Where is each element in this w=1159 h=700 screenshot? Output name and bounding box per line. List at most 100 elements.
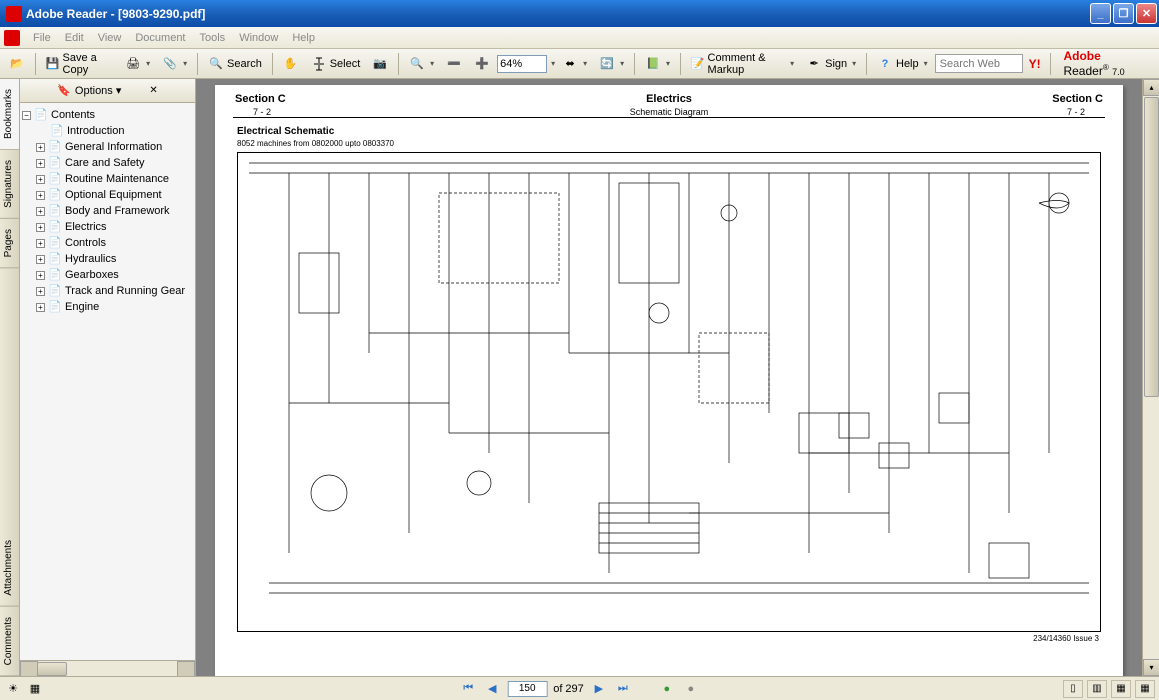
expand-icon[interactable]: + (36, 271, 45, 280)
minimize-button[interactable]: _ (1090, 3, 1111, 24)
print-button[interactable]: 🖨▾ (120, 52, 155, 76)
expand-icon[interactable]: + (36, 143, 45, 152)
sidetab-pages[interactable]: Pages (0, 219, 19, 268)
vertical-scrollbar[interactable]: ▴ ▾ (1142, 79, 1159, 676)
bookmarks-tree: − 📄 Contents 📄Introduction+📄General Info… (20, 103, 195, 660)
search-button[interactable]: 🔍Search (203, 52, 267, 76)
facing-button[interactable]: ▦ (1111, 680, 1131, 698)
printer-icon: 🖨 (125, 56, 141, 72)
open-button[interactable]: 📂 (4, 52, 30, 76)
expand-icon[interactable]: + (36, 255, 45, 264)
collapse-icon[interactable]: − (22, 111, 31, 120)
pdf-page: Section C Section C Electrics 7 - 2 Sche… (215, 85, 1123, 676)
continuous-button[interactable]: ▥ (1087, 680, 1107, 698)
rotate-button[interactable]: 🔄▾ (594, 52, 629, 76)
back-view-button[interactable]: ● (658, 680, 676, 698)
single-page-button[interactable]: ▯ (1063, 680, 1083, 698)
expand-icon[interactable]: + (36, 159, 45, 168)
expand-icon[interactable]: + (36, 175, 45, 184)
expand-icon[interactable]: + (36, 239, 45, 248)
menu-help[interactable]: Help (285, 30, 322, 46)
zoom-value-input[interactable] (497, 55, 547, 73)
bookmark-label: Contents (51, 109, 95, 121)
pdf-page-icon: 📄 (48, 284, 62, 298)
scroll-down-button[interactable]: ▾ (1143, 659, 1159, 676)
zoom-in-button[interactable]: 🔍▾ (404, 52, 439, 76)
folder-open-icon: 📂 (9, 56, 25, 72)
pdf-page-icon: 📄 (48, 172, 62, 186)
scroll-up-button[interactable]: ▴ (1143, 79, 1159, 96)
bookmark-item[interactable]: +📄Track and Running Gear (36, 283, 193, 299)
bookmark-item[interactable]: +📄Care and Safety (36, 155, 193, 171)
comment-markup-button[interactable]: 📝Comment & Markup▾ (686, 52, 799, 76)
continuous-facing-button[interactable]: ▦ (1135, 680, 1155, 698)
bookmarks-hscrollbar[interactable] (20, 660, 195, 676)
bookmark-item[interactable]: +📄Electrics (36, 219, 193, 235)
sign-button[interactable]: ✒Sign▾ (801, 52, 861, 76)
prev-page-button[interactable]: ◀ (483, 680, 501, 698)
bookmark-item[interactable]: +📄Controls (36, 235, 193, 251)
help-button[interactable]: ?Help▾ (872, 52, 933, 76)
current-page-input[interactable] (507, 681, 547, 697)
yahoo-icon[interactable]: Y! (1029, 57, 1041, 71)
bookmark-root[interactable]: − 📄 Contents (22, 107, 193, 123)
bookmark-item[interactable]: +📄Optional Equipment (36, 187, 193, 203)
menubar: File Edit View Document Tools Window Hel… (0, 27, 1159, 49)
sidetab-attachments[interactable]: Attachments (0, 530, 19, 607)
menu-edit[interactable]: Edit (58, 30, 91, 46)
expand-icon[interactable]: + (36, 191, 45, 200)
sidetab-signatures[interactable]: Signatures (0, 150, 19, 219)
options-button[interactable]: Options ▾ (75, 84, 122, 97)
page-footer: 234/14360 Issue 3 (215, 632, 1123, 645)
first-page-button[interactable]: ⏮ (459, 680, 477, 698)
sidetab-comments[interactable]: Comments (0, 607, 19, 676)
maximize-button[interactable]: ❐ (1113, 3, 1134, 24)
bookmark-label: Hydraulics (65, 253, 116, 265)
zoom-plus-button[interactable]: ➕ (469, 52, 495, 76)
bookmark-item[interactable]: +📄General Information (36, 139, 193, 155)
bookmark-item[interactable]: +📄Body and Framework (36, 203, 193, 219)
close-button[interactable]: ✕ (1136, 3, 1157, 24)
sun-icon[interactable]: ☀ (4, 680, 22, 698)
document-viewport[interactable]: Section C Section C Electrics 7 - 2 Sche… (196, 79, 1142, 676)
ebook-button[interactable]: 📗▾ (640, 52, 675, 76)
help-icon: ? (877, 56, 893, 72)
note-icon: 📝 (691, 56, 705, 72)
menu-tools[interactable]: Tools (193, 30, 233, 46)
close-panel-button[interactable]: ✕ (149, 85, 157, 96)
fit-width-button[interactable]: ⬌▾ (557, 52, 592, 76)
snapshot-button[interactable]: 📷 (367, 52, 393, 76)
comment-markup-label: Comment & Markup (708, 52, 786, 76)
scroll-thumb[interactable] (1144, 97, 1159, 397)
menu-document[interactable]: Document (128, 30, 192, 46)
zoom-dropdown[interactable]: ▾ (551, 59, 555, 68)
select-tool-button[interactable]: Select (306, 52, 366, 76)
expand-icon[interactable]: + (36, 303, 45, 312)
expand-icon[interactable]: + (36, 223, 45, 232)
zoom-out-button[interactable]: ➖ (441, 52, 467, 76)
save-a-copy-button[interactable]: 💾Save a Copy (41, 52, 118, 76)
bookmark-item[interactable]: +📄Routine Maintenance (36, 171, 193, 187)
statusbar: ☀ ▦ ⏮ ◀ of 297 ▶ ⏭ ● ● ▯ ▥ ▦ ▦ (0, 676, 1159, 700)
forward-view-button[interactable]: ● (682, 680, 700, 698)
email-button[interactable]: 📎▾ (157, 52, 192, 76)
sidetab-bookmarks[interactable]: Bookmarks (0, 79, 19, 150)
expand-icon[interactable]: + (36, 207, 45, 216)
next-page-button[interactable]: ▶ (590, 680, 608, 698)
bookmark-item[interactable]: +📄Hydraulics (36, 251, 193, 267)
toolbar: 📂 💾Save a Copy 🖨▾ 📎▾ 🔍Search ✋ Select 📷 … (0, 49, 1159, 79)
section-right: Section C (1052, 93, 1103, 105)
bookmark-item[interactable]: +📄Engine (36, 299, 193, 315)
menu-window[interactable]: Window (232, 30, 285, 46)
bookmark-item[interactable]: +📄Gearboxes (36, 267, 193, 283)
bookmark-item[interactable]: 📄Introduction (36, 123, 193, 139)
expand-icon[interactable]: + (36, 287, 45, 296)
menu-view[interactable]: View (91, 30, 129, 46)
help-label: Help (896, 58, 919, 70)
pdf-page-icon: 📄 (48, 220, 62, 234)
page-layout-icon[interactable]: ▦ (26, 680, 44, 698)
hand-tool-button[interactable]: ✋ (278, 52, 304, 76)
last-page-button[interactable]: ⏭ (614, 680, 632, 698)
menu-file[interactable]: File (26, 30, 58, 46)
search-web-input[interactable] (935, 54, 1023, 73)
